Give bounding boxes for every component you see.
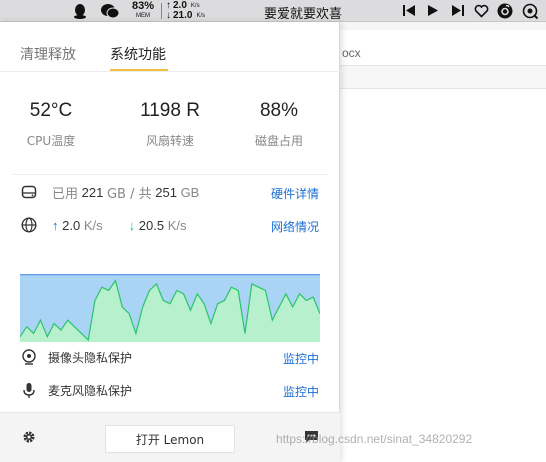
menu-bar: 83% MEM ↑ 2.0 K/s ↓ 21.0 K/s 要爱就要欢喜 (0, 0, 546, 22)
globe-icon (20, 216, 38, 234)
memory-label: MEM (136, 13, 150, 19)
watermark: https://blog.csdn.net/sinat_34820292 (276, 432, 473, 446)
popover-tabs: 清理释放 系统功能 (0, 22, 340, 72)
disk-drive-icon (20, 183, 38, 201)
microphone-icon (20, 382, 38, 399)
camera-privacy-row: 摄像头隐私保护 (20, 347, 320, 367)
qq-icon[interactable] (72, 3, 88, 19)
netease-music-icon[interactable] (497, 3, 513, 19)
document-tab-strip[interactable]: ocx (340, 30, 546, 66)
tab-clean-release[interactable]: 清理释放 (20, 44, 76, 64)
network-status-link[interactable]: 网络情况 (271, 218, 319, 235)
network-activity-chart (20, 274, 320, 342)
background-window: ocx (340, 22, 546, 462)
memory-usage[interactable]: 83% MEM (128, 0, 158, 20)
fan-speed-label: 风扇转速 (145, 134, 194, 148)
gear-icon[interactable] (22, 430, 36, 449)
wechat-icon[interactable] (100, 3, 120, 19)
upload-speed-icon: ↑ (52, 217, 59, 233)
disk-used-label: 已用 (52, 186, 79, 202)
net-up-unit: K/s (190, 3, 200, 9)
disk-usage-stat: 88% 磁盘占用 (224, 100, 334, 149)
document-title[interactable]: ocx (342, 46, 361, 60)
disk-usage-label: 磁盘占用 (254, 134, 303, 148)
lemon-app-icon[interactable] (522, 3, 539, 20)
download-speed-icon: ↓ (128, 217, 136, 233)
microphone-privacy-row: 麦克风隐私保护 (20, 380, 320, 400)
divider (12, 174, 328, 175)
tab-system-functions[interactable]: 系统功能 (110, 44, 166, 64)
upload-speed-value: 2.0 (62, 217, 81, 233)
net-down-unit: K/s (196, 13, 206, 19)
disk-used-value: 221 (81, 184, 104, 200)
camera-monitoring-status[interactable]: 监控中 (283, 350, 319, 367)
net-down-value: 21.0 (173, 10, 193, 21)
disk-total-value: 251 (155, 184, 177, 200)
microphone-monitoring-status[interactable]: 监控中 (283, 383, 319, 400)
disk-unit-total-label: GB / 共 (106, 186, 152, 202)
cpu-temperature-stat: 52°C CPU温度 (0, 100, 106, 149)
next-track-icon[interactable] (451, 4, 465, 17)
heart-icon[interactable] (474, 4, 489, 18)
hardware-details-link[interactable]: 硬件详情 (271, 185, 319, 202)
camera-privacy-label: 摄像头隐私保护 (48, 350, 133, 365)
camera-icon (20, 349, 38, 365)
memory-percent: 83% (131, 0, 155, 12)
download-speed-value: 20.5 (138, 217, 165, 233)
open-lemon-button[interactable]: 打开 Lemon (105, 425, 235, 453)
fan-speed-stat: 1198 R 风扇转速 (115, 100, 225, 149)
disk-usage-value: 88% (259, 100, 299, 121)
network-speed[interactable]: ↑ 2.0 K/s ↓ 21.0 K/s (166, 1, 205, 21)
disk-total-unit: GB (180, 184, 200, 200)
now-playing-song[interactable]: 要爱就要欢喜 (264, 3, 342, 22)
fan-speed-value: 1198 R (140, 100, 200, 121)
active-tab-indicator (110, 69, 168, 71)
upload-speed-unit: K/s (83, 217, 103, 233)
lemon-popover: 清理释放 系统功能 52°C CPU温度 1198 R 风扇转速 88% 磁盘占… (0, 22, 340, 462)
play-icon[interactable] (427, 4, 439, 17)
cpu-temperature-value: 52°C (29, 100, 73, 121)
download-arrow-icon: ↓ (166, 10, 171, 21)
microphone-privacy-label: 麦克风隐私保护 (48, 383, 133, 398)
document-panel (340, 88, 546, 462)
previous-track-icon[interactable] (402, 4, 416, 17)
menubar-separator (161, 3, 162, 19)
cpu-temperature-label: CPU温度 (26, 134, 76, 148)
download-speed-unit: K/s (167, 217, 187, 233)
